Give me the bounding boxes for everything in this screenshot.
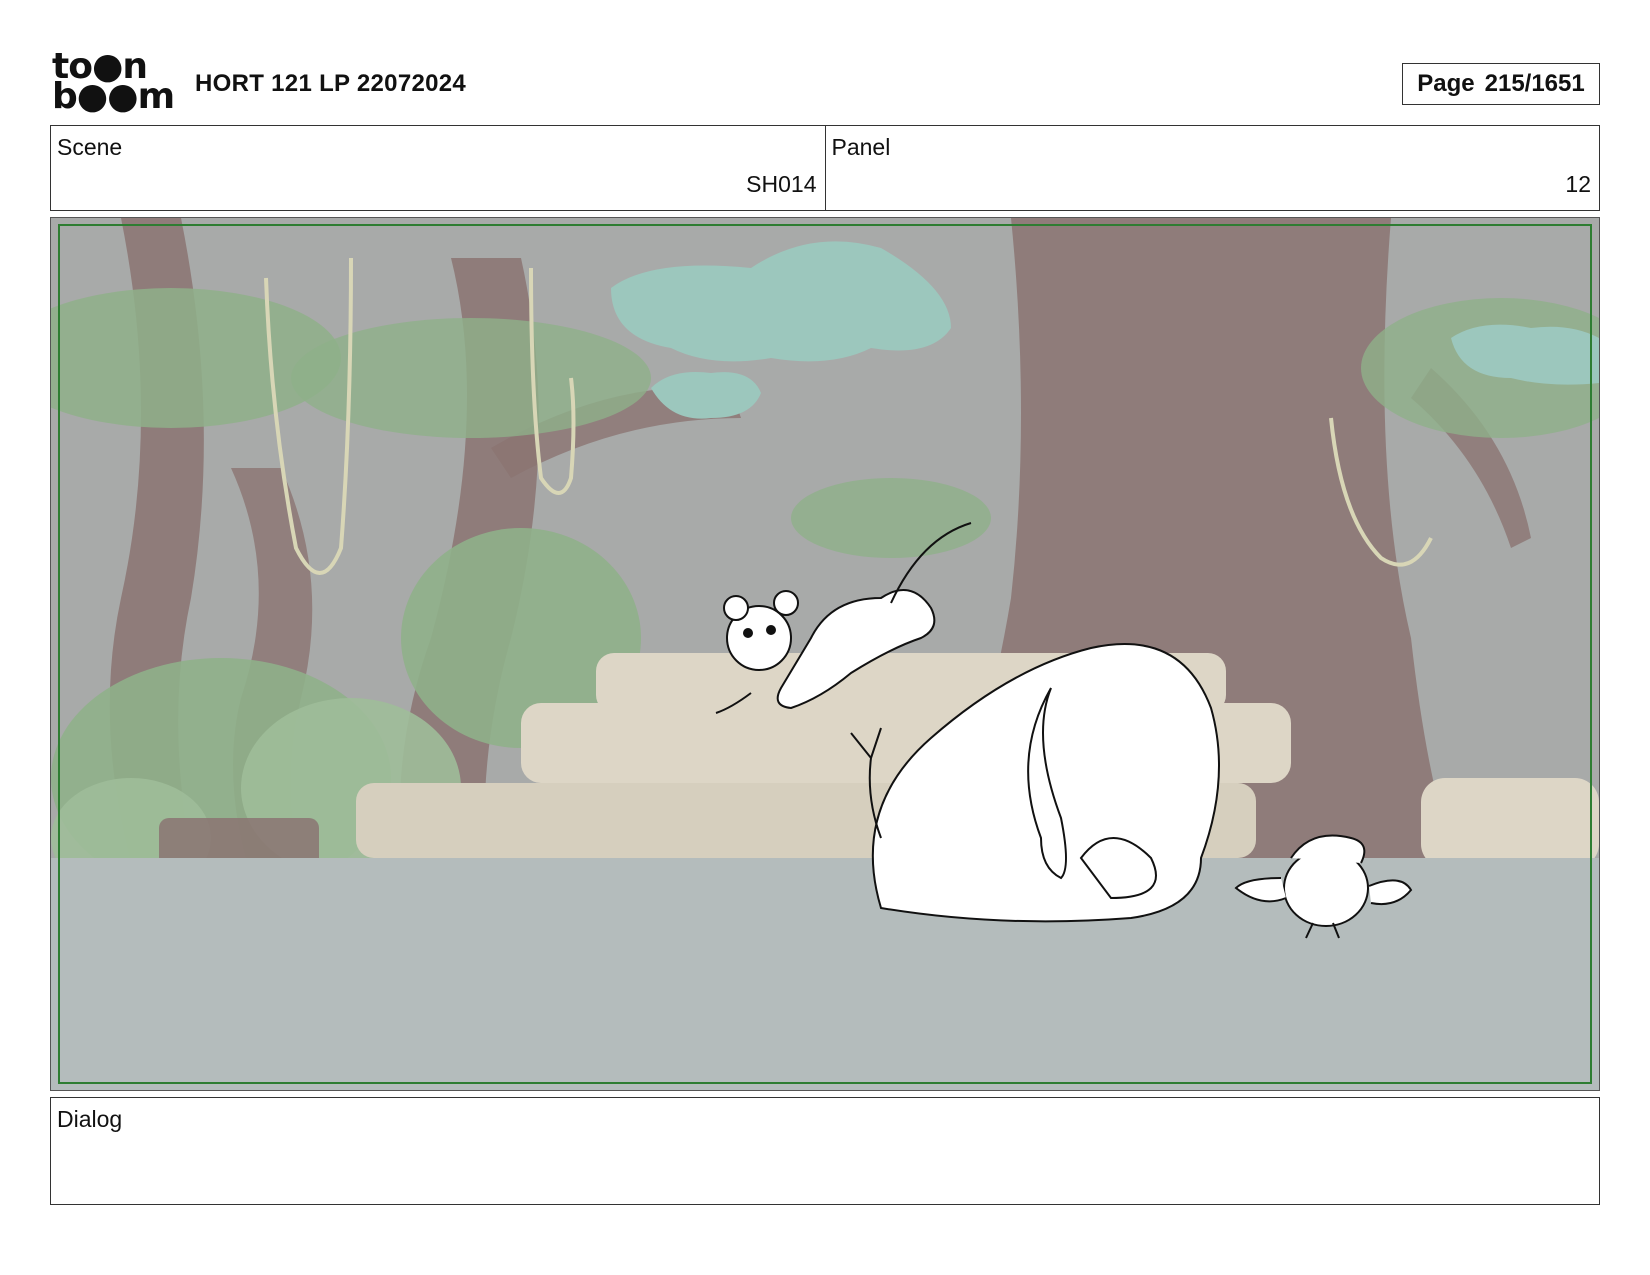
panel-cell: Panel 12 bbox=[824, 126, 1600, 210]
stone-right bbox=[1421, 778, 1599, 868]
storyboard-panel bbox=[50, 217, 1600, 1091]
panel-artwork bbox=[51, 218, 1599, 1090]
panel-label: Panel bbox=[831, 134, 891, 160]
page-label: Page bbox=[1417, 70, 1475, 97]
scene-value: SH014 bbox=[746, 171, 817, 197]
foliage bbox=[291, 318, 651, 438]
scene-panel-row: Scene SH014 Panel 12 bbox=[50, 125, 1600, 211]
toonboom-logo: to●n b●●m bbox=[52, 49, 175, 118]
page-indicator: Page 215/1651 bbox=[1402, 63, 1600, 105]
scene-cell: Scene SH014 bbox=[51, 126, 825, 210]
panel-value: 12 bbox=[1565, 171, 1591, 197]
document-title: HORT 121 LP 22072024 bbox=[195, 70, 467, 97]
logo-bottom-text: b●●m bbox=[52, 76, 175, 117]
dialog-label: Dialog bbox=[57, 1106, 123, 1132]
dialog-box: Dialog bbox=[50, 1097, 1600, 1205]
foliage bbox=[791, 478, 991, 558]
scene-label: Scene bbox=[57, 134, 123, 160]
page-number: 215/1651 bbox=[1484, 70, 1585, 97]
